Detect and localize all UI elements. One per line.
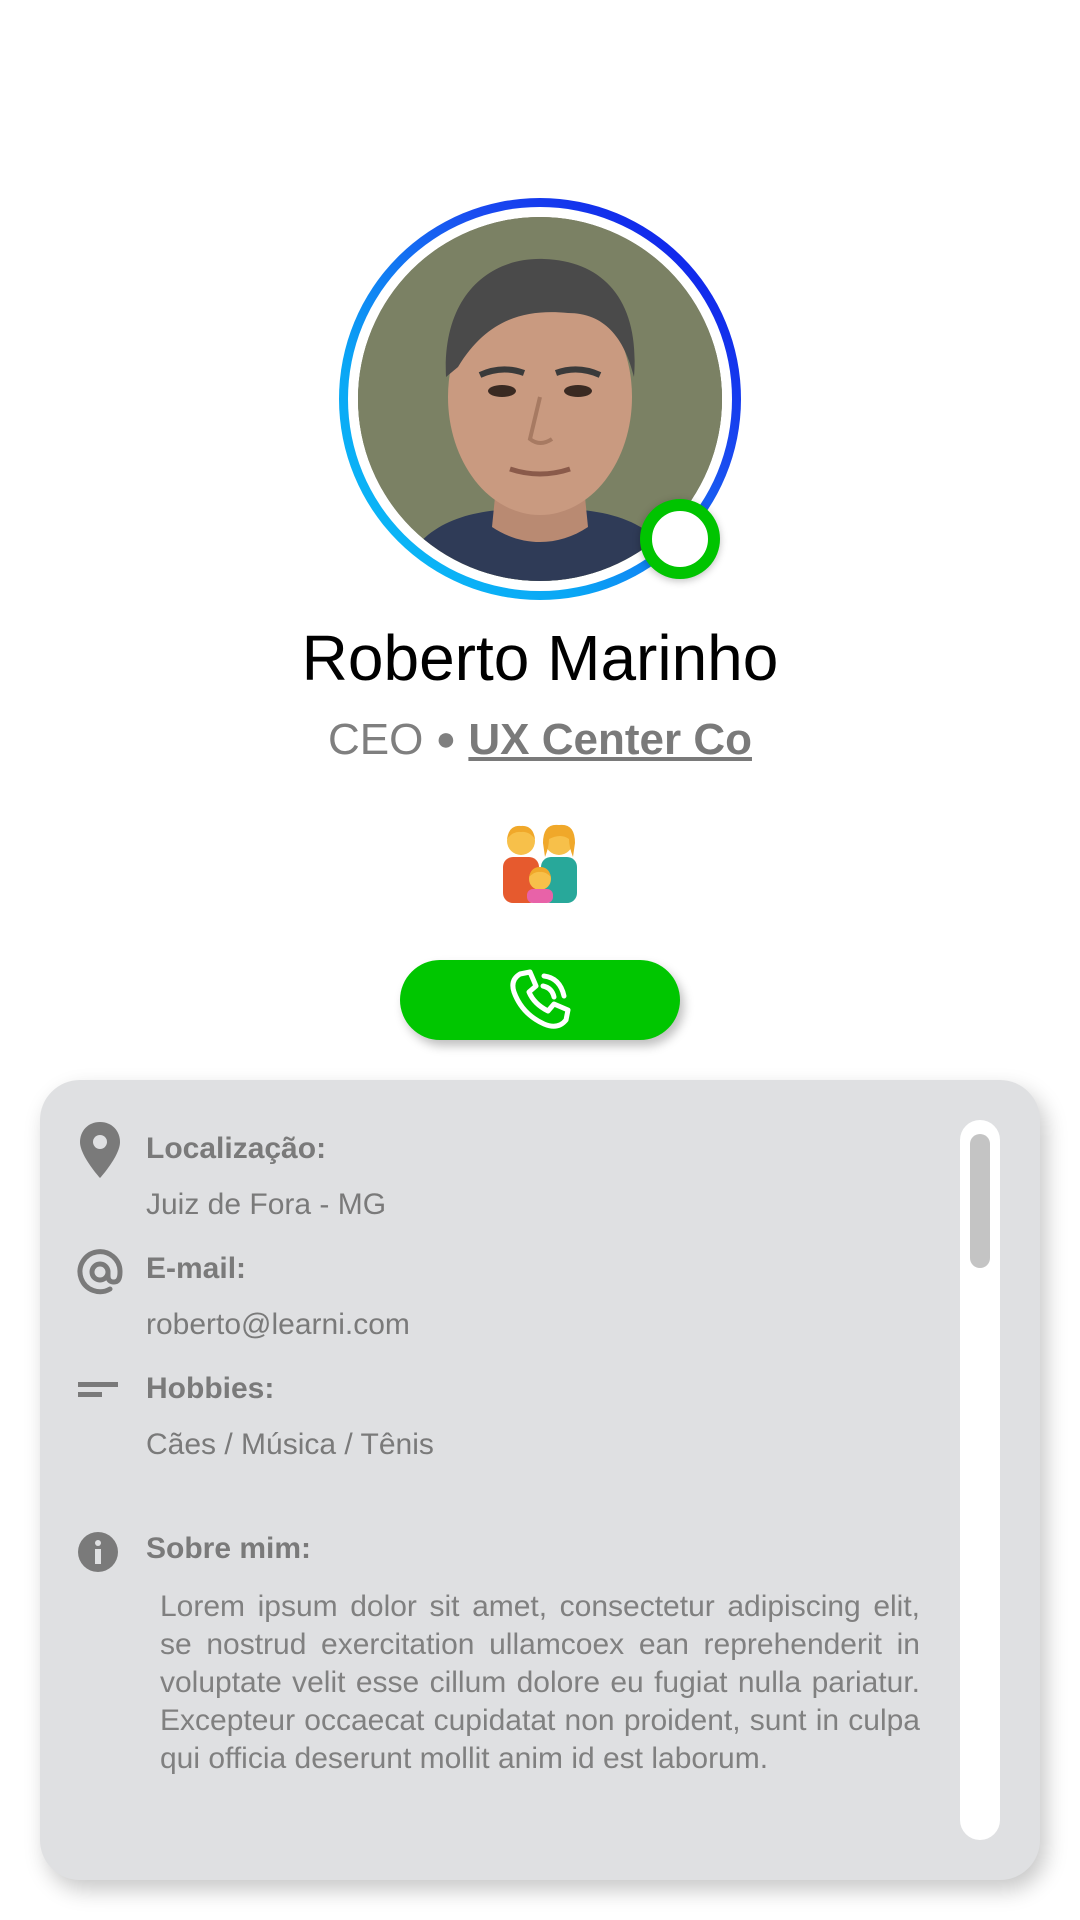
about-label: Sobre mim: bbox=[146, 1532, 312, 1565]
scrollbar-track[interactable] bbox=[960, 1120, 1000, 1840]
email-label: E-mail: bbox=[146, 1252, 247, 1285]
hobbies-value: Cães / Música / Tênis bbox=[146, 1428, 434, 1461]
family-icon bbox=[499, 823, 581, 903]
profile-name: Roberto Marinho bbox=[301, 622, 779, 694]
location-pin-icon bbox=[76, 1120, 124, 1178]
location-label: Localização: bbox=[146, 1132, 327, 1165]
short-text-icon bbox=[76, 1378, 124, 1426]
hobbies-label: Hobbies: bbox=[146, 1372, 275, 1405]
profile-role-line: CEO ● UX Center Co bbox=[0, 712, 1080, 767]
profile-screen: Roberto Marinho CEO ● UX Center Co Local… bbox=[0, 0, 1080, 1920]
location-value: Juiz de Fora - MG bbox=[146, 1188, 387, 1221]
online-status-indicator bbox=[640, 499, 720, 579]
profile-details-card: Localização: Juiz de Fora - MG E-mail: r… bbox=[40, 1080, 1040, 1880]
company-link[interactable]: UX Center Co bbox=[468, 715, 752, 764]
about-text: Lorem ipsum dolor sit amet, consectetur … bbox=[160, 1590, 920, 1775]
info-icon bbox=[76, 1530, 124, 1578]
at-sign-icon bbox=[76, 1248, 124, 1296]
email-value[interactable]: roberto@learni.com bbox=[146, 1308, 410, 1342]
avatar[interactable] bbox=[339, 198, 741, 600]
phone-icon bbox=[510, 969, 571, 1029]
role-separator: ● bbox=[435, 720, 457, 758]
call-button[interactable] bbox=[400, 960, 680, 1040]
scrollbar-thumb[interactable] bbox=[970, 1134, 990, 1268]
profile-role: CEO bbox=[328, 715, 424, 764]
